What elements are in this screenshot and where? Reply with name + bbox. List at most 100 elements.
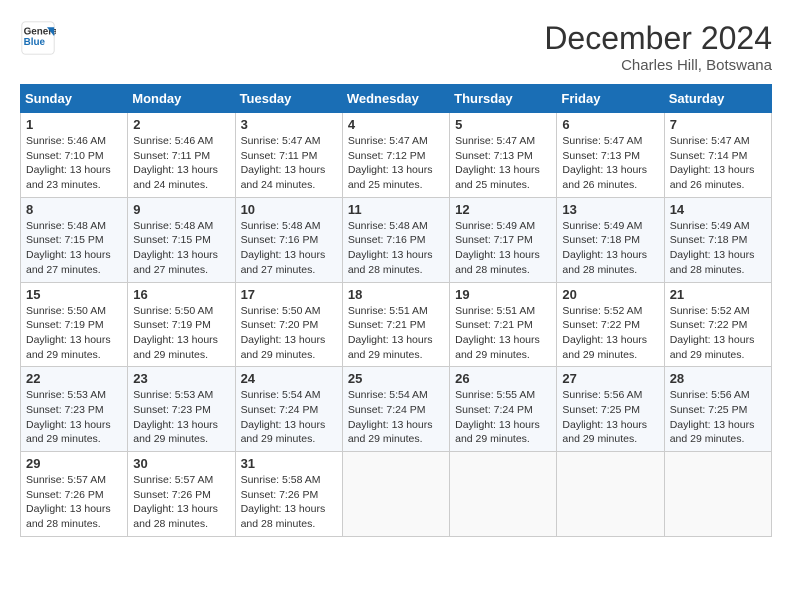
calendar-cell: 28Sunrise: 5:56 AMSunset: 7:25 PMDayligh… (664, 367, 771, 452)
day-number: 23 (133, 371, 229, 386)
calendar-cell: 3 Sunrise: 5:47 AMSunset: 7:11 PMDaylight… (235, 113, 342, 198)
cell-info: Sunrise: 5:56 AMSunset: 7:25 PMDaylight:… (562, 388, 658, 447)
cell-info: Sunrise: 5:49 AMSunset: 7:18 PMDaylight:… (670, 219, 766, 278)
day-number: 15 (26, 287, 122, 302)
calendar-cell: 19Sunrise: 5:51 AMSunset: 7:21 PMDayligh… (450, 282, 557, 367)
calendar-cell: 2 Sunrise: 5:46 AMSunset: 7:11 PMDaylight… (128, 113, 235, 198)
calendar-week-3: 15 Sunrise: 5:50 AMSunset: 7:19 PMDayligh… (21, 282, 772, 367)
cell-info: Sunrise: 5:53 AMSunset: 7:23 PMDaylight:… (133, 388, 229, 447)
day-number: 17 (241, 287, 337, 302)
calendar-cell: 10 Sunrise: 5:48 AMSunset: 7:16 PMDayligh… (235, 197, 342, 282)
day-number: 31 (241, 456, 337, 471)
day-number: 6 (562, 117, 658, 132)
calendar-cell: 17 Sunrise: 5:50 AMSunset: 7:20 PMDayligh… (235, 282, 342, 367)
cell-info: Sunrise: 5:50 AMSunset: 7:19 PMDaylight:… (133, 304, 229, 363)
calendar-cell: 8Sunrise: 5:48 AMSunset: 7:15 PMDaylight… (21, 197, 128, 282)
calendar-cell (342, 452, 449, 537)
day-number: 12 (455, 202, 551, 217)
calendar-cell: 7 Sunrise: 5:47 AMSunset: 7:14 PMDaylight… (664, 113, 771, 198)
cell-info: Sunrise: 5:57 AMSunset: 7:26 PMDaylight:… (133, 473, 229, 532)
day-number: 28 (670, 371, 766, 386)
calendar-cell: 30 Sunrise: 5:57 AMSunset: 7:26 PMDayligh… (128, 452, 235, 537)
cell-info: Sunrise: 5:54 AMSunset: 7:24 PMDaylight:… (348, 388, 444, 447)
cell-info: Sunrise: 5:47 AMSunset: 7:11 PMDaylight:… (241, 134, 337, 193)
cell-info: Sunrise: 5:55 AMSunset: 7:24 PMDaylight:… (455, 388, 551, 447)
cell-info: Sunrise: 5:51 AMSunset: 7:21 PMDaylight:… (455, 304, 551, 363)
cell-info: Sunrise: 5:47 AMSunset: 7:13 PMDaylight:… (455, 134, 551, 193)
cell-info: Sunrise: 5:51 AMSunset: 7:21 PMDaylight:… (348, 304, 444, 363)
calendar-cell: 26 Sunrise: 5:55 AMSunset: 7:24 PMDayligh… (450, 367, 557, 452)
calendar-cell: 9 Sunrise: 5:48 AMSunset: 7:15 PMDaylight… (128, 197, 235, 282)
cell-info: Sunrise: 5:49 AMSunset: 7:18 PMDaylight:… (562, 219, 658, 278)
calendar-header-wednesday: Wednesday (342, 85, 449, 113)
day-number: 14 (670, 202, 766, 217)
calendar-header-tuesday: Tuesday (235, 85, 342, 113)
cell-info: Sunrise: 5:46 AMSunset: 7:10 PMDaylight:… (26, 134, 122, 193)
day-number: 20 (562, 287, 658, 302)
calendar-header-row: SundayMondayTuesdayWednesdayThursdayFrid… (21, 85, 772, 113)
cell-info: Sunrise: 5:47 AMSunset: 7:13 PMDaylight:… (562, 134, 658, 193)
day-number: 11 (348, 202, 444, 217)
day-number: 4 (348, 117, 444, 132)
calendar-cell: 21Sunrise: 5:52 AMSunset: 7:22 PMDayligh… (664, 282, 771, 367)
calendar-table: SundayMondayTuesdayWednesdayThursdayFrid… (20, 84, 772, 537)
cell-info: Sunrise: 5:52 AMSunset: 7:22 PMDaylight:… (562, 304, 658, 363)
cell-info: Sunrise: 5:53 AMSunset: 7:23 PMDaylight:… (26, 388, 122, 447)
day-number: 18 (348, 287, 444, 302)
calendar-header-thursday: Thursday (450, 85, 557, 113)
day-number: 1 (26, 117, 122, 132)
calendar-cell: 1 Sunrise: 5:46 AMSunset: 7:10 PMDaylight… (21, 113, 128, 198)
calendar-cell: 11Sunrise: 5:48 AMSunset: 7:16 PMDayligh… (342, 197, 449, 282)
day-number: 16 (133, 287, 229, 302)
calendar-cell: 6 Sunrise: 5:47 AMSunset: 7:13 PMDaylight… (557, 113, 664, 198)
cell-info: Sunrise: 5:46 AMSunset: 7:11 PMDaylight:… (133, 134, 229, 193)
day-number: 13 (562, 202, 658, 217)
calendar-cell: 18 Sunrise: 5:51 AMSunset: 7:21 PMDayligh… (342, 282, 449, 367)
cell-info: Sunrise: 5:48 AMSunset: 7:16 PMDaylight:… (241, 219, 337, 278)
calendar-cell: 31Sunrise: 5:58 AMSunset: 7:26 PMDayligh… (235, 452, 342, 537)
cell-info: Sunrise: 5:49 AMSunset: 7:17 PMDaylight:… (455, 219, 551, 278)
day-number: 3 (241, 117, 337, 132)
calendar-cell (664, 452, 771, 537)
day-number: 8 (26, 202, 122, 217)
page-header: General Blue December 2024 Charles Hill,… (20, 20, 772, 74)
calendar-cell: 13 Sunrise: 5:49 AMSunset: 7:18 PMDayligh… (557, 197, 664, 282)
calendar-cell: 12 Sunrise: 5:49 AMSunset: 7:17 PMDayligh… (450, 197, 557, 282)
day-number: 10 (241, 202, 337, 217)
calendar-header-saturday: Saturday (664, 85, 771, 113)
svg-text:Blue: Blue (24, 37, 46, 48)
cell-info: Sunrise: 5:48 AMSunset: 7:15 PMDaylight:… (133, 219, 229, 278)
calendar-cell: 25 Sunrise: 5:54 AMSunset: 7:24 PMDayligh… (342, 367, 449, 452)
calendar-cell: 22 Sunrise: 5:53 AMSunset: 7:23 PMDayligh… (21, 367, 128, 452)
cell-info: Sunrise: 5:47 AMSunset: 7:12 PMDaylight:… (348, 134, 444, 193)
calendar-cell: 29Sunrise: 5:57 AMSunset: 7:26 PMDayligh… (21, 452, 128, 537)
day-number: 21 (670, 287, 766, 302)
cell-info: Sunrise: 5:47 AMSunset: 7:14 PMDaylight:… (670, 134, 766, 193)
calendar-header-monday: Monday (128, 85, 235, 113)
day-number: 26 (455, 371, 551, 386)
calendar-cell: 27 Sunrise: 5:56 AMSunset: 7:25 PMDayligh… (557, 367, 664, 452)
calendar-header-friday: Friday (557, 85, 664, 113)
day-number: 2 (133, 117, 229, 132)
cell-info: Sunrise: 5:50 AMSunset: 7:20 PMDaylight:… (241, 304, 337, 363)
cell-info: Sunrise: 5:50 AMSunset: 7:19 PMDaylight:… (26, 304, 122, 363)
day-number: 30 (133, 456, 229, 471)
title-block: December 2024 Charles Hill, Botswana (544, 20, 772, 74)
calendar-cell (450, 452, 557, 537)
calendar-cell: 16 Sunrise: 5:50 AMSunset: 7:19 PMDayligh… (128, 282, 235, 367)
calendar-cell (557, 452, 664, 537)
calendar-cell: 5Sunrise: 5:47 AMSunset: 7:13 PMDaylight… (450, 113, 557, 198)
day-number: 22 (26, 371, 122, 386)
day-number: 27 (562, 371, 658, 386)
calendar-header-sunday: Sunday (21, 85, 128, 113)
calendar-cell: 14 Sunrise: 5:49 AMSunset: 7:18 PMDayligh… (664, 197, 771, 282)
cell-info: Sunrise: 5:57 AMSunset: 7:26 PMDaylight:… (26, 473, 122, 532)
day-number: 25 (348, 371, 444, 386)
day-number: 9 (133, 202, 229, 217)
calendar-week-4: 22 Sunrise: 5:53 AMSunset: 7:23 PMDayligh… (21, 367, 772, 452)
calendar-cell: 15 Sunrise: 5:50 AMSunset: 7:19 PMDayligh… (21, 282, 128, 367)
month-title: December 2024 (544, 20, 772, 57)
day-number: 7 (670, 117, 766, 132)
location: Charles Hill, Botswana (544, 57, 772, 74)
logo-icon: General Blue (20, 20, 56, 56)
